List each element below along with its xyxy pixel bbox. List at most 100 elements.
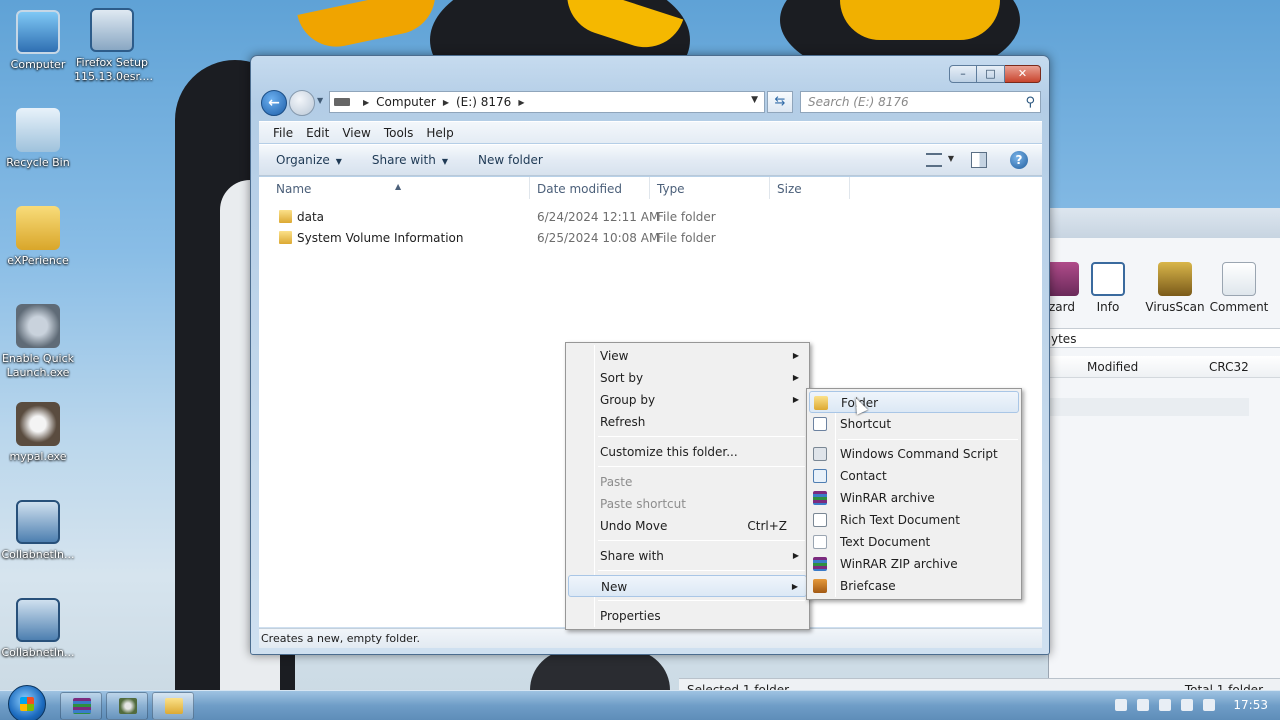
menu-item-view[interactable]: View ▶ — [568, 345, 807, 367]
desktop-icon-recycle-bin[interactable]: Recycle Bin — [0, 108, 76, 170]
menu-item-paste[interactable]: Paste — [568, 471, 807, 493]
close-button[interactable]: ✕ — [1005, 65, 1041, 83]
chevron-down-icon[interactable]: ▼ — [751, 95, 758, 105]
context-menu: View ▶ Sort by ▶ Group by ▶ Refresh Customi… — [565, 342, 810, 630]
column-type[interactable]: Type — [657, 182, 685, 196]
menu-item-paste-shortcut[interactable]: Paste shortcut — [568, 493, 807, 515]
table-row[interactable]: System Volume Information 6/25/2024 10:0… — [259, 228, 849, 249]
toolbar-comment-button[interactable]: Comment — [1204, 262, 1274, 314]
menu-separator — [598, 540, 805, 541]
share-with-label: Share with — [371, 153, 436, 167]
menu-item-share-with[interactable]: Share with ▶ — [568, 545, 807, 567]
menu-file[interactable]: File — [273, 126, 293, 140]
taskbar-winrar-button[interactable] — [60, 692, 102, 720]
usb-device-icon[interactable] — [1137, 699, 1150, 711]
back-button[interactable]: ← — [261, 90, 287, 116]
start-button[interactable] — [8, 685, 46, 720]
menu-item-properties[interactable]: Properties — [568, 605, 807, 627]
address-text: ytes — [1051, 332, 1077, 346]
column-modified[interactable]: Modified — [1087, 356, 1138, 378]
network-tray-icon[interactable] — [1159, 699, 1172, 711]
organize-button[interactable]: Organize ▼ — [276, 153, 342, 167]
submenu-item-briefcase[interactable]: Briefcase — [809, 575, 1019, 597]
recent-pages-button[interactable]: ▼ — [317, 96, 323, 105]
menu-item-new[interactable]: New ▶ — [568, 575, 807, 597]
menu-item-label: Group by — [600, 393, 656, 407]
desktop-icon-label: Firefox Setup 115.13.0esr.... — [74, 56, 153, 83]
winrar-address-bar[interactable]: ytes — [1049, 328, 1280, 348]
menu-item-sort-by[interactable]: Sort by ▶ — [568, 367, 807, 389]
submenu-item-command-script[interactable]: Windows Command Script — [809, 443, 1019, 465]
address-bar[interactable]: ▶ Computer ▶ (E:) 8176 ▶ ▼ — [329, 91, 765, 113]
desktop-icon-experience[interactable]: eXPerience — [0, 206, 76, 268]
submenu-item-text-document[interactable]: Text Document — [809, 531, 1019, 553]
contact-icon — [813, 469, 827, 483]
search-input[interactable]: Search (E:) 8176 ⚲ — [800, 91, 1041, 113]
maximize-button[interactable]: □ — [977, 65, 1005, 83]
chevron-right-icon[interactable]: ▶ — [363, 98, 369, 107]
volume-muted-icon[interactable] — [1203, 699, 1216, 711]
menu-item-label: Customize this folder... — [600, 445, 738, 459]
breadcrumb-computer[interactable]: Computer — [376, 95, 436, 109]
menu-item-group-by[interactable]: Group by ▶ — [568, 389, 807, 411]
menu-help[interactable]: Help — [426, 126, 453, 140]
submenu-item-winrar-archive[interactable]: WinRAR archive — [809, 487, 1019, 509]
virus-scan-icon — [1158, 262, 1192, 296]
column-crc32[interactable]: CRC32 — [1209, 356, 1249, 378]
toolbar-info-button[interactable]: Info — [1073, 262, 1143, 314]
menu-item-customize[interactable]: Customize this folder... — [568, 441, 807, 463]
toolbar-virusscan-button[interactable]: VirusScan — [1140, 262, 1210, 314]
menu-edit[interactable]: Edit — [306, 126, 329, 140]
submenu-item-shortcut[interactable]: Shortcut — [809, 413, 1019, 435]
refresh-button[interactable]: ⇆ — [767, 91, 793, 113]
menu-tools[interactable]: Tools — [384, 126, 414, 140]
menu-view[interactable]: View — [342, 126, 370, 140]
table-row[interactable] — [1049, 398, 1249, 416]
new-folder-button[interactable]: New folder — [478, 153, 543, 167]
desktop-icon-mypal[interactable]: mypal.exe — [0, 402, 76, 464]
drive-icon — [334, 98, 350, 106]
desktop-icon-computer[interactable]: Computer — [0, 10, 76, 72]
breadcrumb-drive[interactable]: (E:) 8176 — [456, 95, 511, 109]
forward-button[interactable] — [289, 90, 315, 116]
column-name[interactable]: Name — [276, 182, 311, 196]
taskbar-explorer-button[interactable] — [152, 692, 194, 720]
file-type: File folder — [657, 231, 716, 245]
chevron-right-icon[interactable]: ▶ — [443, 98, 449, 107]
help-icon[interactable]: ? — [1010, 151, 1028, 169]
arrow-left-icon: ← — [268, 95, 280, 111]
display-icon[interactable] — [1181, 699, 1194, 711]
desktop-icon-firefox-setup[interactable]: Firefox Setup 115.13.0esr.... — [74, 8, 153, 84]
winrar-title-bar[interactable] — [1049, 208, 1280, 238]
submenu-item-contact[interactable]: Contact — [809, 465, 1019, 487]
preview-pane-icon[interactable] — [971, 152, 987, 168]
column-divider[interactable] — [649, 177, 650, 199]
table-row[interactable]: data 6/24/2024 12:11 AM File folder — [259, 207, 849, 228]
taskbar-game-button[interactable] — [106, 692, 148, 720]
submenu-item-winrar-zip[interactable]: WinRAR ZIP archive — [809, 553, 1019, 575]
search-icon[interactable]: ⚲ — [1025, 93, 1035, 113]
desktop-icon-collabnet-1[interactable]: CollabnetIn... — [0, 500, 76, 562]
column-divider[interactable] — [529, 177, 530, 199]
chevron-right-icon[interactable]: ▶ — [518, 98, 524, 107]
chevron-down-icon[interactable]: ▼ — [948, 154, 954, 163]
desktop-icon-enable-quick-launch[interactable]: Enable Quick Launch.exe — [0, 304, 76, 380]
quick-launch-icon — [16, 304, 60, 348]
winrar-window[interactable]: zard Info VirusScan Comment ytes Modifie… — [679, 208, 1280, 700]
menu-item-label: Rich Text Document — [840, 513, 960, 527]
clock[interactable]: 17:53 — [1233, 698, 1268, 712]
action-center-icon[interactable] — [1115, 699, 1128, 711]
change-view-icon[interactable] — [926, 153, 942, 167]
menu-item-undo-move[interactable]: Undo Move Ctrl+Z — [568, 515, 807, 537]
submenu-item-rich-text[interactable]: Rich Text Document — [809, 509, 1019, 531]
column-date-modified[interactable]: Date modified — [537, 182, 622, 196]
folder-icon — [16, 206, 60, 250]
share-with-button[interactable]: Share with ▼ — [372, 153, 448, 167]
menu-item-refresh[interactable]: Refresh — [568, 411, 807, 433]
minimize-button[interactable]: – — [949, 65, 977, 83]
column-divider[interactable] — [769, 177, 770, 199]
submenu-item-folder[interactable]: Folder — [809, 391, 1019, 413]
column-size[interactable]: Size — [777, 182, 802, 196]
column-divider[interactable] — [849, 177, 850, 199]
desktop-icon-collabnet-2[interactable]: CollabnetIn... — [0, 598, 76, 660]
